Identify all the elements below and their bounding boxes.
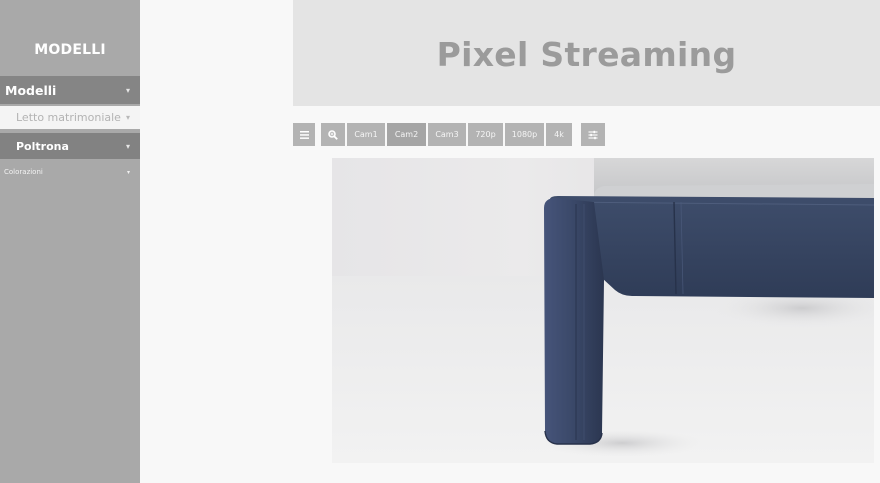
menu-icon bbox=[299, 130, 309, 139]
armchair-render-image bbox=[332, 158, 874, 463]
sidebar-item-colorazioni[interactable]: Colorazioni ▾ bbox=[0, 164, 140, 180]
sidebar-item-label: Letto matrimoniale bbox=[16, 111, 121, 124]
720p-button[interactable]: 720p bbox=[468, 123, 503, 146]
caret-down-icon: ▾ bbox=[125, 141, 130, 151]
caret-down-icon: ▾ bbox=[125, 85, 130, 95]
cam2-button[interactable]: Cam2 bbox=[387, 123, 426, 146]
sliders-icon bbox=[588, 130, 598, 139]
caret-down-icon: ▾ bbox=[126, 168, 130, 176]
zoom-button[interactable] bbox=[321, 123, 345, 146]
caret-down-icon: ▾ bbox=[125, 113, 130, 122]
sidebar-item-label: Colorazioni bbox=[4, 168, 43, 176]
menu-button[interactable] bbox=[293, 123, 315, 146]
sidebar-item-poltrona[interactable]: Poltrona ▾ bbox=[0, 133, 140, 159]
sidebar-item-modelli[interactable]: Modelli ▾ bbox=[0, 76, 140, 104]
cam3-button[interactable]: Cam3 bbox=[428, 123, 466, 146]
settings-button[interactable] bbox=[581, 123, 605, 146]
sidebar-item-label: Modelli bbox=[5, 82, 57, 98]
sidebar: MODELLI Modelli ▾ Letto matrimoniale ▾ P… bbox=[0, 0, 140, 483]
stream-viewport[interactable] bbox=[332, 158, 874, 463]
page-header: Pixel Streaming bbox=[293, 0, 880, 106]
sidebar-title: MODELLI bbox=[34, 42, 106, 58]
sidebar-item-label: Poltrona bbox=[16, 139, 69, 153]
cam1-button[interactable]: Cam1 bbox=[347, 123, 385, 146]
page-title: Pixel Streaming bbox=[436, 34, 737, 74]
4k-button[interactable]: 4k bbox=[546, 123, 572, 146]
1080p-button[interactable]: 1080p bbox=[505, 123, 544, 146]
zoom-icon bbox=[328, 129, 338, 140]
sidebar-item-letto-matrimoniale[interactable]: Letto matrimoniale ▾ bbox=[0, 106, 140, 129]
